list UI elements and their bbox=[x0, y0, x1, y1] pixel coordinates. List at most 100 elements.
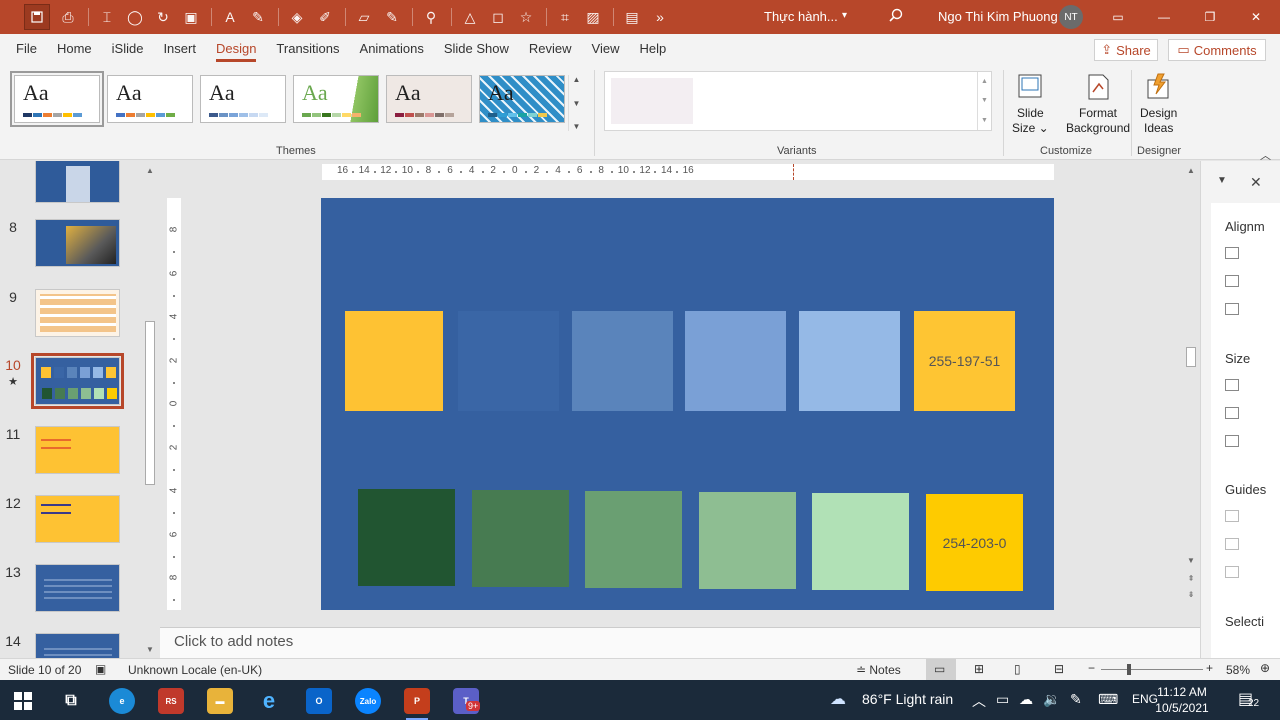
zoom-level[interactable]: 58% bbox=[1226, 663, 1250, 677]
top-edge-icon[interactable] bbox=[1225, 435, 1239, 447]
show-hidden-icons-icon[interactable]: ︿ bbox=[972, 691, 986, 711]
zoom-in-icon[interactable]: + bbox=[1206, 661, 1213, 675]
edge-icon[interactable]: e bbox=[109, 688, 135, 714]
next-slide-icon[interactable]: ⇟ bbox=[1183, 587, 1199, 601]
image-icon[interactable]: ▨ bbox=[583, 7, 603, 27]
pane-options-icon[interactable]: ▼ bbox=[1217, 175, 1227, 186]
slide-thumbnail-9[interactable] bbox=[35, 289, 120, 337]
tab-design[interactable]: Design bbox=[206, 34, 266, 64]
reading-view-icon[interactable]: ▯ bbox=[1014, 662, 1021, 676]
more-icon[interactable]: ▼ bbox=[981, 117, 988, 124]
weather-icon[interactable]: ☁ bbox=[830, 689, 846, 709]
slide-scrollbar[interactable]: ▲ ▼ ⇞ ⇟ bbox=[1183, 161, 1199, 627]
keyboard-icon[interactable]: ⌨ bbox=[1098, 691, 1118, 708]
chevron-up-icon[interactable]: ▲ bbox=[573, 75, 581, 84]
distribute-icon[interactable] bbox=[1225, 303, 1239, 315]
design-ideas-button[interactable]: Design Ideas bbox=[1140, 72, 1177, 136]
slide-size-button[interactable]: Slide Size ⌄ bbox=[1012, 72, 1049, 136]
zalo-icon[interactable]: Zalo bbox=[355, 688, 381, 714]
minimize-icon[interactable]: — bbox=[1152, 6, 1176, 28]
scroll-down-icon[interactable]: ▼ bbox=[142, 642, 158, 656]
restore-icon[interactable]: ❐ bbox=[1198, 6, 1222, 28]
slide-thumbnail-14[interactable] bbox=[35, 633, 120, 658]
onedrive-icon[interactable]: ☁ bbox=[1019, 691, 1033, 708]
guide-up-icon[interactable] bbox=[1225, 538, 1239, 550]
crop-icon[interactable]: ⌗ bbox=[555, 7, 575, 27]
document-title[interactable]: Thực hành... bbox=[764, 9, 838, 24]
locale-indicator[interactable]: Unknown Locale (en-UK) bbox=[128, 663, 262, 677]
scroll-up-icon[interactable]: ▲ bbox=[142, 163, 158, 177]
volume-icon[interactable]: 🔉 bbox=[1043, 691, 1060, 708]
previous-slide-icon[interactable]: ⇞ bbox=[1183, 571, 1199, 585]
left-edge-icon[interactable] bbox=[1225, 407, 1239, 419]
tab-slide-show[interactable]: Slide Show bbox=[434, 34, 519, 64]
shape-outline-icon[interactable]: ◻ bbox=[488, 7, 508, 27]
zoom-out-icon[interactable]: − bbox=[1088, 661, 1095, 675]
shapes-icon[interactable]: ◯ bbox=[125, 7, 145, 27]
slide-counter[interactable]: Slide 10 of 20 bbox=[8, 663, 81, 677]
theme-thumbnail-1[interactable]: Aa bbox=[10, 71, 104, 127]
game-app-icon[interactable]: RS bbox=[158, 688, 184, 714]
color-swatch[interactable] bbox=[358, 489, 455, 586]
format-background-button[interactable]: Format Background bbox=[1066, 72, 1130, 136]
variant-thumbnail[interactable] bbox=[611, 78, 693, 124]
slide-thumbnail-7[interactable] bbox=[35, 161, 120, 203]
color-swatch[interactable] bbox=[585, 491, 682, 588]
comments-button[interactable]: ▭ Comments bbox=[1168, 39, 1266, 61]
ribbon-display-icon[interactable]: ▭ bbox=[1106, 6, 1130, 28]
tab-home[interactable]: Home bbox=[47, 34, 102, 64]
fill-color-icon[interactable]: ◈ bbox=[287, 7, 307, 27]
width-icon[interactable] bbox=[1225, 379, 1239, 391]
pdf-export-icon[interactable]: ⎙ bbox=[58, 7, 78, 27]
close-icon[interactable]: ✕ bbox=[1244, 6, 1268, 28]
windows-start-icon[interactable] bbox=[10, 688, 36, 714]
pen-workspace-icon[interactable]: ✎ bbox=[1070, 691, 1082, 708]
powerpoint-icon[interactable]: P bbox=[404, 688, 430, 720]
color-swatch[interactable] bbox=[812, 493, 909, 590]
format-painter-icon[interactable]: ⚲ bbox=[421, 7, 441, 27]
tab-insert[interactable]: Insert bbox=[153, 34, 206, 64]
tab-islide[interactable]: iSlide bbox=[102, 34, 154, 64]
scroll-down-icon[interactable]: ▼ bbox=[1183, 553, 1199, 567]
color-swatch[interactable] bbox=[699, 492, 796, 589]
tab-transitions[interactable]: Transitions bbox=[266, 34, 349, 64]
task-view-icon[interactable]: ⧉ bbox=[58, 688, 84, 714]
picture-icon[interactable]: ▣ bbox=[181, 7, 201, 27]
align-left-icon[interactable] bbox=[1225, 247, 1239, 259]
star-icon[interactable]: ☆ bbox=[516, 7, 536, 27]
slide-thumbnail-10[interactable] bbox=[31, 353, 124, 409]
scroll-thumb[interactable] bbox=[1186, 347, 1196, 367]
share-button[interactable]: ⇪ Share bbox=[1094, 39, 1158, 61]
tab-help[interactable]: Help bbox=[629, 34, 676, 64]
tab-review[interactable]: Review bbox=[519, 34, 582, 64]
slide-thumbnail-12[interactable] bbox=[35, 495, 120, 543]
tab-animations[interactable]: Animations bbox=[350, 34, 434, 64]
redo-icon[interactable]: ↻ bbox=[153, 7, 173, 27]
theme-thumbnail-2[interactable]: Aa bbox=[107, 75, 193, 123]
avatar[interactable]: NT bbox=[1059, 5, 1083, 29]
more-icon[interactable]: ▼ bbox=[573, 122, 581, 131]
user-name[interactable]: Ngo Thi Kim Phuong bbox=[938, 9, 1058, 24]
font-color-icon[interactable]: A bbox=[220, 7, 240, 27]
freeform-icon[interactable]: △ bbox=[460, 7, 480, 27]
slide-thumbnail-8[interactable] bbox=[35, 219, 120, 267]
eyedropper-icon[interactable]: ✐ bbox=[315, 7, 335, 27]
zoom-slider-track[interactable] bbox=[1101, 669, 1203, 670]
color-swatch[interactable] bbox=[345, 311, 443, 411]
chevron-down-icon[interactable]: ▾ bbox=[842, 10, 847, 21]
internet-explorer-icon[interactable]: e bbox=[256, 688, 282, 714]
thumbnail-scrollbar[interactable]: ▲ ▼ bbox=[142, 161, 158, 658]
pen-icon[interactable]: ✎ bbox=[248, 7, 268, 27]
spelling-check-icon[interactable]: ▣ bbox=[95, 662, 106, 676]
slide-thumbnail-11[interactable] bbox=[35, 426, 120, 474]
more-commands-icon[interactable]: » bbox=[650, 7, 670, 27]
color-swatch[interactable] bbox=[799, 311, 900, 411]
device-icon[interactable]: ▭ bbox=[996, 691, 1009, 708]
tab-view[interactable]: View bbox=[582, 34, 630, 64]
color-swatch[interactable]: 255-197-51 bbox=[914, 311, 1015, 411]
themes-gallery-scroll[interactable]: ▲ ▼ ▼ bbox=[568, 75, 584, 131]
color-swatch[interactable]: 254-203-0 bbox=[926, 494, 1023, 591]
align-top-icon[interactable] bbox=[1225, 275, 1239, 287]
slide-sorter-icon[interactable]: ⊞ bbox=[974, 662, 984, 676]
notes-pane[interactable]: Click to add notes bbox=[160, 627, 1200, 659]
